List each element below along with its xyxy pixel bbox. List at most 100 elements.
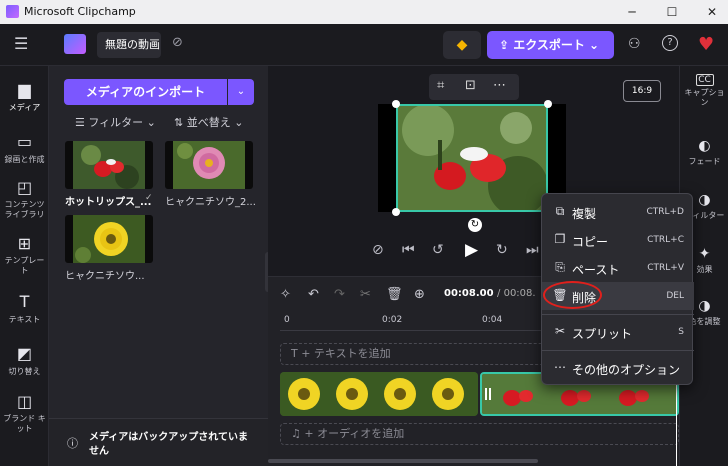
menu-item-duplicate[interactable]: ⧉ 複製 CTRL+D	[542, 198, 694, 226]
media-thumbnail-hotlips[interactable]	[65, 141, 153, 189]
menu-item-shortcut: CTRL+C	[647, 235, 684, 245]
help-icon[interactable]: ?	[662, 35, 678, 51]
rail-label: テキスト	[8, 315, 41, 324]
timeline-scrollbar[interactable]	[268, 459, 538, 463]
rail-item-content-library[interactable]: ◰ コンテンツ ライブラリ	[0, 178, 49, 220]
fade-icon: ◐	[698, 138, 711, 154]
rail-item-media[interactable]: ▆ メディア	[0, 80, 49, 113]
export-button[interactable]: ⇪ エクスポート ⌄	[487, 31, 614, 59]
rail-label: フェード	[688, 157, 721, 166]
rail-item-transitions[interactable]: ◩ 切り替え	[0, 344, 49, 377]
rail-label: テンプレート	[4, 256, 45, 275]
rail-label: コンテンツ ライブラリ	[4, 200, 45, 219]
rail-label: 切り替え	[8, 367, 41, 376]
window-titlebar: Microsoft Clipchamp ─ ☐ ✕	[0, 0, 728, 24]
import-dropdown-button[interactable]: ⌄	[228, 79, 254, 105]
more-icon[interactable]: ⋯	[493, 78, 506, 93]
play-icon[interactable]: ▶	[465, 240, 478, 260]
filter-label: フィルター ⌄	[88, 116, 156, 129]
media-thumbnail-zinnia-pink[interactable]	[165, 141, 253, 189]
text-icon: T	[19, 292, 30, 311]
folder-icon: ▆	[18, 80, 31, 99]
sort-label: 並べ替え ⌄	[186, 116, 244, 129]
share-icon[interactable]: ⚇	[628, 36, 641, 52]
paste-icon: ⎘	[555, 260, 565, 274]
menu-item-copy[interactable]: ❐ コピー CTRL+C	[542, 226, 694, 254]
rail-label: ブランド キット	[3, 414, 46, 433]
menu-item-shortcut: DEL	[666, 291, 684, 301]
rail-label: キャプション	[684, 88, 725, 107]
heart-icon[interactable]: ♥	[698, 34, 714, 55]
maximize-button[interactable]: ☐	[656, 0, 688, 24]
rail-label: 効果	[696, 265, 713, 274]
sort-icon: ⇅	[174, 116, 187, 129]
resize-handle-top-left[interactable]	[392, 100, 400, 108]
transitions-icon: ◩	[16, 344, 33, 363]
timecode: 00:08.00 / 00:08.	[444, 288, 536, 299]
menu-item-shortcut: CTRL+V	[647, 263, 684, 273]
rail-item-brand-kit[interactable]: ◫ ブランド キット	[0, 392, 49, 434]
media-panel: メディアのインポート ⌄ ☰ フィルター ⌄ ⇅ 並べ替え ⌄ ホットリップス_…	[49, 66, 277, 466]
filter-icon: ☰	[75, 116, 89, 129]
filter-button[interactable]: ☰ フィルター ⌄	[75, 114, 156, 130]
menu-item-shortcut: S	[678, 327, 684, 337]
rail-item-captions[interactable]: CC キャプション	[680, 74, 728, 108]
undo-icon[interactable]: ↶	[308, 287, 319, 302]
rail-item-templates[interactable]: ⊞ テンプレート	[0, 234, 49, 276]
forward-5s-icon[interactable]: ↻	[496, 242, 508, 258]
menu-item-more-options[interactable]: ⋯ その他のオプション	[542, 354, 694, 382]
crop-icon[interactable]: ⌗	[437, 78, 444, 93]
import-media-button[interactable]: メディアのインポート	[64, 79, 227, 105]
info-icon: ⓘ	[67, 437, 78, 450]
clip-yellow-zinnia[interactable]	[280, 372, 478, 416]
redo-icon[interactable]: ↷	[334, 287, 345, 302]
close-button[interactable]: ✕	[696, 0, 728, 24]
backup-notice-text: メディアはバックアップされていません	[89, 432, 248, 457]
menu-item-label: 複製	[572, 207, 597, 221]
pink-zinnia-thumbnail-image	[173, 141, 245, 189]
rewind-5s-icon[interactable]: ↺	[432, 242, 444, 258]
minimize-button[interactable]: ─	[616, 0, 648, 24]
skip-forward-icon[interactable]: ⏭	[526, 242, 539, 258]
resize-handle-bottom-left[interactable]	[392, 208, 400, 216]
hamburger-menu-icon[interactable]: ☰	[14, 34, 28, 53]
camera-icon: ▭	[16, 132, 33, 151]
backup-notice[interactable]: ⓘ メディアはバックアップされていません ⌃	[49, 418, 268, 466]
resize-handle-top-right[interactable]	[544, 100, 552, 108]
magic-icon[interactable]: ✧	[280, 287, 291, 302]
rail-item-fade[interactable]: ◐ フェード	[680, 138, 728, 167]
media-item-label: ヒャクニチソウ...	[65, 271, 145, 282]
clipchamp-logo-icon	[6, 5, 19, 18]
sort-button[interactable]: ⇅ 並べ替え ⌄	[174, 114, 243, 130]
split-scissors-icon[interactable]: ✂	[360, 287, 371, 302]
cloud-off-icon: ⊘	[172, 35, 183, 50]
menu-item-label: コピー	[572, 235, 609, 249]
rotate-handle-icon[interactable]: ↻	[468, 218, 482, 232]
window-title: Microsoft Clipchamp	[24, 5, 136, 18]
fit-icon[interactable]: ⊡	[465, 78, 476, 93]
rail-item-text[interactable]: T テキスト	[0, 292, 49, 325]
timecode-total: / 00:08.	[497, 288, 536, 299]
skip-back-icon[interactable]: ⏮	[402, 242, 415, 258]
menu-item-split[interactable]: ✂ スプリット S	[542, 318, 694, 346]
add-to-timeline-icon[interactable]: ⊕	[414, 287, 425, 302]
menu-item-paste[interactable]: ⎘ ペースト CTRL+V	[542, 254, 694, 282]
video-frame-image	[398, 106, 546, 210]
delete-icon[interactable]: 🗑	[386, 287, 403, 302]
left-navigation-rail: ▆ メディア ▭ 録画と作成 ◰ コンテンツ ライブラリ ⊞ テンプレート T …	[0, 66, 49, 466]
project-name-field[interactable]: 無題の動画	[97, 32, 161, 58]
media-thumbnail-zinnia-yellow[interactable]	[65, 215, 153, 263]
chevron-up-icon: ⌃	[239, 435, 248, 446]
hotlips-thumbnail-image	[73, 141, 145, 189]
scissors-icon: ✂	[554, 324, 566, 338]
caption-toggle-icon[interactable]: ⊘	[372, 242, 384, 258]
rail-item-record[interactable]: ▭ 録画と作成	[0, 132, 49, 165]
add-audio-track[interactable]: ♫ + オーディオを追加	[280, 423, 679, 445]
aspect-ratio-button[interactable]: 16:9	[623, 80, 661, 102]
project-thumbnail-icon	[64, 34, 86, 54]
video-preview-frame[interactable]	[396, 104, 548, 212]
more-options-icon: ⋯	[554, 360, 566, 374]
ruler-tick: 0	[284, 315, 290, 325]
premium-diamond-button[interactable]: ◆	[443, 31, 481, 59]
yellow-zinnia-thumbnail-image	[73, 215, 145, 263]
